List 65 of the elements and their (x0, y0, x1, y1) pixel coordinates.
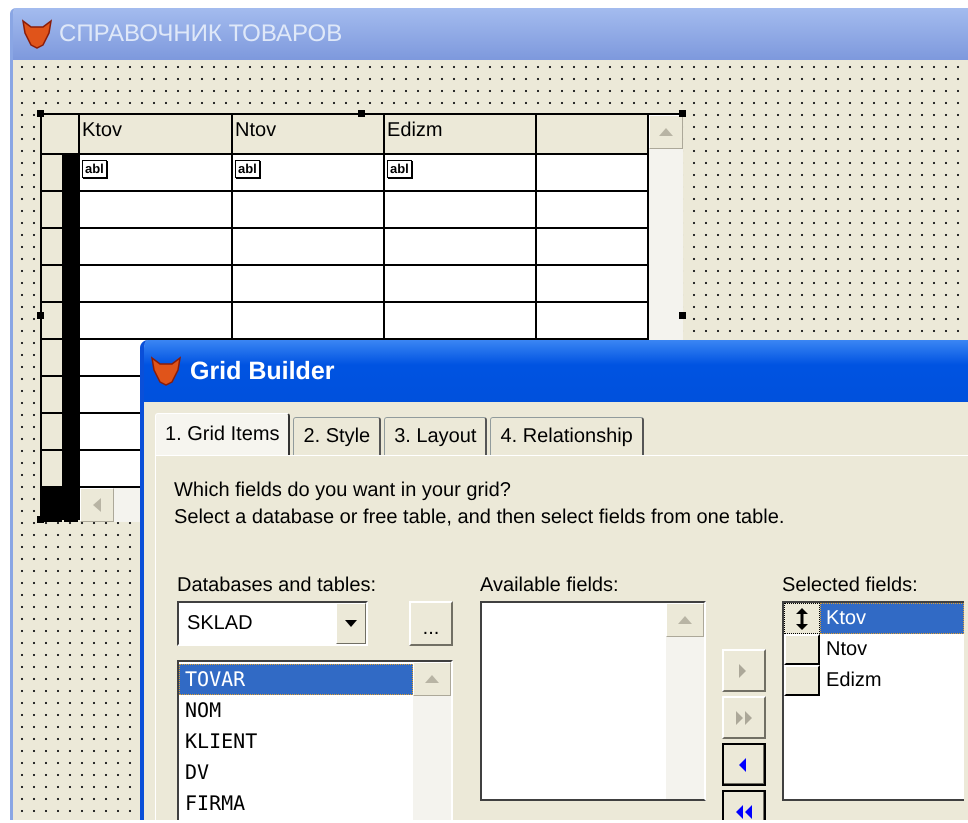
window-title: Grid Builder (190, 356, 334, 386)
scroll-left-button[interactable] (80, 488, 114, 522)
window-title: СПРАВОЧНИК ТОВАРОВ (59, 20, 342, 48)
database-dropdown[interactable]: SKLAD (177, 601, 368, 646)
textbox-marker: abl (235, 160, 260, 178)
selected-fields-list[interactable]: Ktov Ntov Edizm (782, 601, 964, 801)
fox-head-icon (150, 356, 182, 386)
double-left-arrow-icon (736, 804, 752, 818)
fox-head-icon (21, 19, 53, 49)
column-header[interactable]: Edizm (385, 115, 535, 153)
row-selector[interactable] (42, 340, 62, 375)
tab[interactable]: 1. Grid Items (155, 413, 290, 455)
scroll-up-button[interactable] (649, 115, 683, 149)
tab[interactable]: 3. Layout (384, 417, 488, 455)
selection-handle[interactable] (679, 110, 686, 117)
list-item[interactable]: Edizm (820, 665, 964, 696)
scrollbar[interactable] (666, 603, 704, 799)
row-selector[interactable] (42, 303, 62, 338)
available-fields-list[interactable] (480, 601, 706, 801)
up-down-arrow-icon (796, 608, 808, 630)
selection-handle[interactable] (358, 110, 365, 117)
list-item[interactable]: NOM (179, 695, 413, 726)
row-selector[interactable] (42, 229, 62, 264)
textbox-marker: abl (82, 160, 107, 178)
available-fields-label: Available fields: (480, 574, 620, 598)
row-selector[interactable] (42, 192, 62, 227)
row-selector[interactable] (42, 414, 62, 449)
up-arrow-icon (425, 675, 439, 683)
textbox-marker: abl (387, 160, 412, 178)
caret-icon (345, 620, 357, 627)
tab[interactable]: 2. Style (293, 417, 382, 455)
header-cell (42, 115, 78, 153)
list-item[interactable]: Ntov (820, 634, 964, 665)
scroll-up-button[interactable] (413, 662, 451, 696)
scrollbar[interactable] (413, 662, 451, 820)
selection-handle[interactable] (679, 312, 686, 319)
list-item[interactable]: FIRMA (179, 788, 413, 819)
selected-fields-label: Selected fields: (782, 574, 919, 598)
databases-label: Databases and tables: (177, 574, 378, 598)
left-arrow-icon (93, 498, 101, 512)
dropdown-button[interactable] (336, 603, 366, 644)
list-item[interactable]: Ktov (820, 603, 964, 634)
column-header[interactable] (537, 115, 647, 153)
up-arrow-icon (659, 128, 673, 136)
column-header[interactable]: Ntov (233, 115, 383, 153)
dropdown-value: SKLAD (186, 612, 254, 635)
list-item[interactable]: DV (179, 757, 413, 788)
row-selector[interactable] (42, 377, 62, 412)
double-right-arrow-icon (736, 710, 752, 724)
tables-list[interactable]: TOVAR NOM KLIENT DV FIRMA (177, 660, 453, 820)
row-selector[interactable] (42, 451, 62, 486)
instruction-text: Which fields do you want in your grid? (174, 478, 512, 503)
mover-button[interactable] (784, 603, 820, 634)
tab[interactable]: 4. Relationship (490, 417, 644, 455)
scroll-up-button[interactable] (666, 603, 704, 637)
list-item[interactable]: KLIENT (179, 726, 413, 757)
selection-handle[interactable] (37, 110, 44, 117)
list-item[interactable]: TOVAR (179, 664, 413, 695)
column-header[interactable]: Ktov (80, 115, 231, 153)
selection-handle[interactable] (37, 312, 44, 319)
up-arrow-icon (678, 616, 692, 624)
row-selector[interactable] (42, 266, 62, 301)
remove-button[interactable] (722, 743, 766, 786)
row-selector[interactable] (42, 155, 62, 190)
browse-button[interactable]: ... (409, 601, 453, 646)
